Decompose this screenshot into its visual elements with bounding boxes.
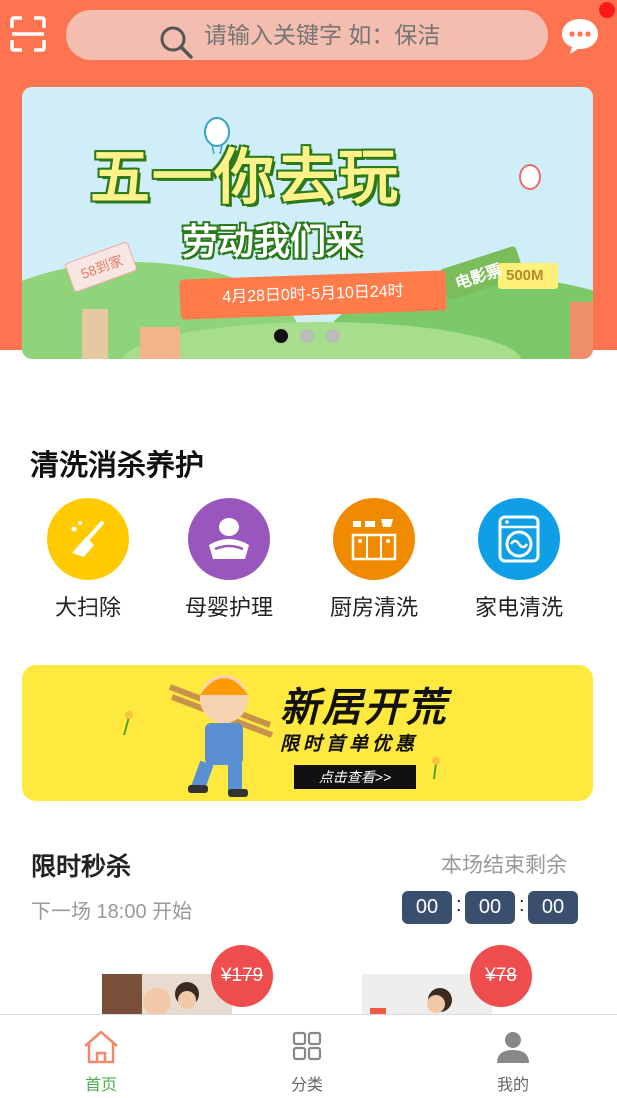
bottom-tab-bar: 首页 分类 我的 (0, 1014, 617, 1098)
price-badge: ¥179 (211, 945, 273, 1007)
message-icon[interactable] (558, 14, 602, 58)
service-label: 家电清洗 (474, 595, 563, 620)
service-item-appliance[interactable]: 家电清洗 (459, 498, 579, 622)
user-icon (497, 1032, 529, 1063)
broom-icon (47, 498, 129, 580)
baby-icon (188, 498, 270, 580)
promo-banner[interactable]: 五一你去玩 劳动我们来 4月28日0时-5月10日24时 58到家 电影票 50… (22, 87, 593, 359)
washing-machine-icon (478, 498, 560, 580)
grid-icon (292, 1031, 322, 1061)
promo-subtitle: 限时首单优惠 (280, 734, 419, 755)
notification-dot (599, 2, 615, 18)
timer-separator: : (456, 894, 462, 916)
timer-hours: 00 (402, 891, 452, 924)
tab-profile[interactable]: 我的 (443, 1015, 583, 1098)
banner-subtitle: 劳动我们来 (182, 221, 363, 262)
timer-separator: : (519, 894, 525, 916)
flash-sale-title: 限时秒杀 (31, 853, 132, 881)
view-details-button[interactable]: 点击查看>> (294, 765, 416, 789)
new-home-promo-card[interactable]: 新居开荒 限时首单优惠 点击查看>> (22, 665, 593, 801)
tab-label: 我的 (496, 1077, 529, 1094)
price-badge: ¥78 (470, 945, 532, 1007)
service-label: 大扫除 (54, 595, 121, 620)
flash-sale-next-label: 下一场 18:00 开始 (31, 901, 193, 923)
promo-title: 新居开荒 (280, 686, 448, 730)
carousel-dot-1[interactable] (274, 329, 288, 343)
search-input[interactable] (66, 10, 548, 60)
service-item-maternity[interactable]: 母婴护理 (169, 498, 289, 622)
tab-label: 分类 (290, 1077, 323, 1094)
flash-sale-end-label: 本场结束剩余 (441, 854, 567, 877)
scan-icon[interactable] (8, 14, 48, 54)
service-label: 母婴护理 (184, 595, 273, 620)
service-label: 厨房清洗 (329, 595, 418, 620)
section-title: 清洗消杀养护 (30, 450, 205, 482)
service-item-cleaning[interactable]: 大扫除 (28, 498, 148, 622)
banner-tag-size: 500M (506, 267, 544, 284)
timer-seconds: 00 (528, 891, 578, 924)
kitchen-icon (333, 498, 415, 580)
service-item-kitchen[interactable]: 厨房清洗 (314, 498, 434, 622)
tab-label: 首页 (84, 1077, 117, 1094)
home-icon (84, 1030, 118, 1064)
tab-category[interactable]: 分类 (237, 1015, 377, 1098)
carousel-dot-2[interactable] (300, 329, 314, 343)
banner-title: 五一你去玩 (90, 144, 400, 211)
carousel-dot-3[interactable] (326, 329, 340, 343)
banner-date-text: 4月28日0时-5月10日24时 (222, 282, 404, 307)
timer-minutes: 00 (465, 891, 515, 924)
search-bar[interactable] (66, 10, 548, 60)
tab-home[interactable]: 首页 (31, 1015, 171, 1098)
